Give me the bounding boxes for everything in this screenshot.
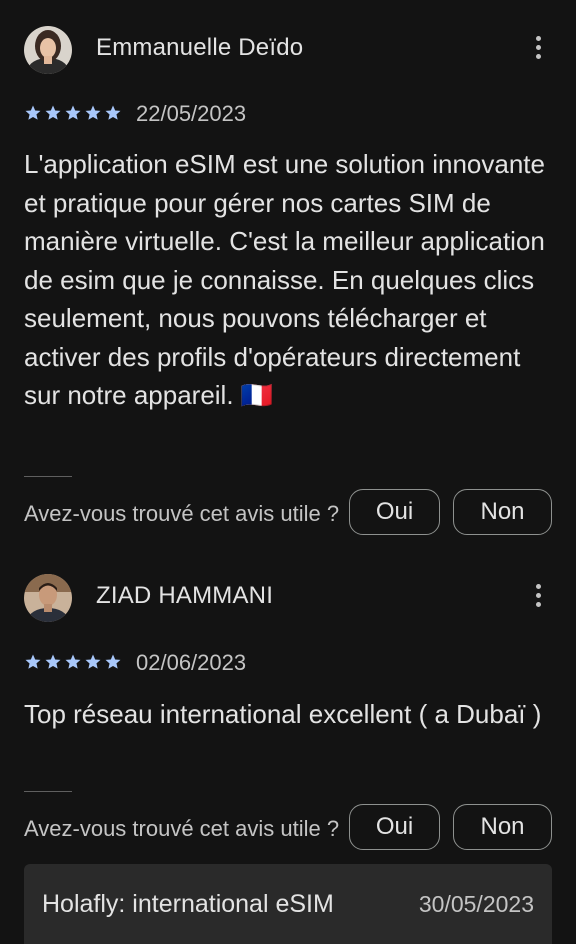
avatar — [24, 26, 72, 74]
helpful-row: Avez-vous trouvé cet avis utile ? Oui No… — [24, 489, 552, 537]
helpful-yes-button[interactable]: Oui — [349, 804, 440, 850]
star-icon — [65, 654, 81, 669]
star-icon — [65, 105, 81, 120]
review-author: Emmanuelle Deïdo — [96, 34, 304, 61]
developer-name: Holafly: international eSIM — [42, 890, 334, 918]
more-vert-icon[interactable] — [524, 34, 552, 64]
developer-reply-date: 30/05/2023 — [418, 891, 534, 917]
divider — [24, 476, 72, 477]
review-date: 02/06/2023 — [136, 650, 247, 675]
helpful-yes-button[interactable]: Oui — [349, 489, 440, 535]
star-icon — [45, 654, 61, 669]
review-date: 22/05/2023 — [136, 101, 247, 126]
star-icon — [85, 105, 101, 120]
divider — [24, 791, 72, 792]
more-vert-icon[interactable] — [524, 582, 552, 612]
review-text: L'application eSIM est une solution inno… — [24, 149, 545, 410]
helpful-question: Avez-vous trouvé cet avis utile ? — [24, 501, 340, 526]
avatar — [24, 574, 72, 622]
star-icon — [45, 105, 61, 120]
helpful-row: Avez-vous trouvé cet avis utile ? Oui No… — [24, 804, 552, 852]
star-rating — [24, 104, 124, 122]
star-rating — [24, 653, 124, 671]
star-icon — [25, 105, 41, 120]
review-text: Top réseau international excellent ( a D… — [24, 699, 542, 729]
rating-row: 22/05/2023 — [24, 101, 552, 127]
helpful-no-button[interactable]: Non — [453, 489, 552, 535]
review-header: ZIAD HAMMANI — [24, 572, 552, 624]
star-icon — [25, 654, 41, 669]
star-icon — [105, 654, 121, 669]
helpful-no-button[interactable]: Non — [453, 804, 552, 850]
review-author: ZIAD HAMMANI — [96, 582, 274, 609]
star-icon — [105, 105, 121, 120]
helpful-question: Avez-vous trouvé cet avis utile ? — [24, 816, 340, 841]
rating-row: 02/06/2023 — [24, 650, 552, 676]
star-icon — [85, 654, 101, 669]
developer-reply-card: Holafly: international eSIM 30/05/2023 — [24, 864, 552, 944]
review-header: Emmanuelle Deïdo — [24, 24, 552, 76]
